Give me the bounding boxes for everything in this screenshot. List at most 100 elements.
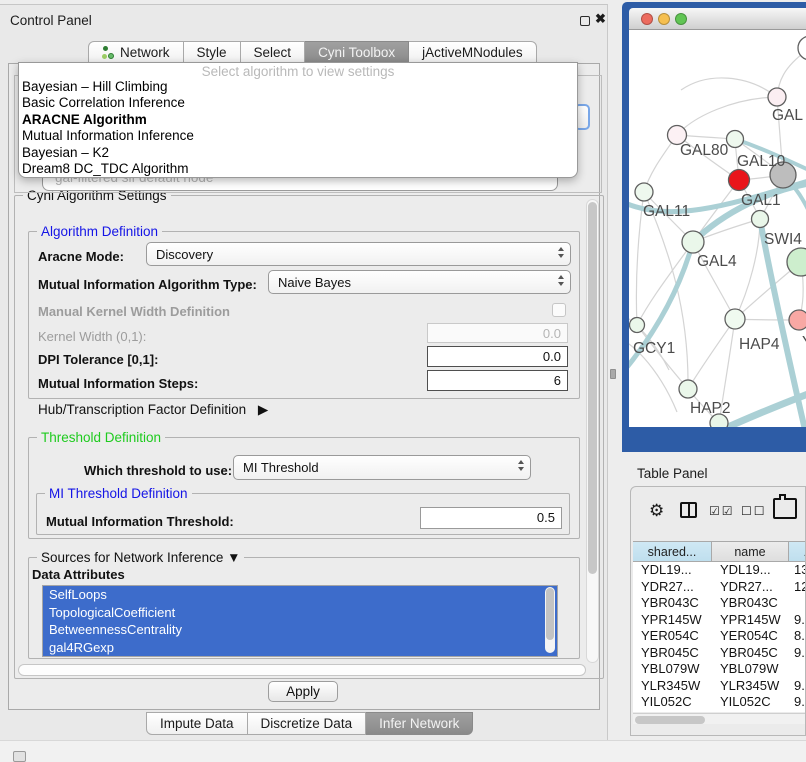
collapse-down-icon: ▼ (227, 550, 240, 565)
new-table-icon[interactable] (773, 498, 797, 519)
node-hap4[interactable] (725, 309, 745, 329)
algorithm-option-mutual-information-inference[interactable]: Mutual Information Inference (19, 128, 577, 144)
node-label-gal10: GAL10 (737, 153, 786, 170)
tab-label: jActiveMNodules (422, 45, 523, 60)
node-gal4[interactable] (682, 231, 704, 253)
deselect-all-checkboxes-icon[interactable]: ☐☐ (741, 504, 767, 518)
data-attributes-list: SelfLoopsTopologicalCoefficientBetweenne… (42, 585, 558, 657)
tab-label: Cyni Toolbox (318, 45, 395, 60)
node-hap2[interactable] (679, 380, 697, 398)
cell-name: YDL19... (712, 562, 789, 579)
kernel-width-field[interactable]: 0.0 (427, 323, 568, 343)
table-row[interactable]: YLR345WYLR345W9. (633, 678, 806, 695)
table-row[interactable]: YIL052CYIL052C9. (633, 694, 806, 711)
table-row[interactable]: YBR045CYBR045C9. (633, 645, 806, 662)
tab-network[interactable]: Network (88, 41, 184, 64)
close-icon[interactable]: ✖ (595, 11, 606, 27)
panel-corner-icon[interactable] (13, 751, 26, 762)
table-row[interactable]: YPR145WYPR145W9. (633, 612, 806, 629)
algorithm-option-dream8-dc-tdc-algorithm[interactable]: Dream8 DC_TDC Algorithm (19, 161, 577, 177)
network-window-titlebar[interactable] (629, 8, 806, 30)
algorithm-option-bayesian-k2[interactable]: Bayesian – K2 (19, 145, 577, 161)
table-row[interactable]: YBR043CYBR043C (633, 595, 806, 612)
which-threshold-combo[interactable]: MI Threshold (233, 455, 531, 480)
cell-name: YLR345W (712, 678, 789, 695)
settings-horizontal-scrollbar[interactable] (18, 664, 586, 676)
node-label-gal11: GAL11 (643, 203, 690, 220)
node-label-hap4: HAP4 (739, 336, 780, 353)
algorithm-option-bayesian-hill-climbing[interactable]: Bayesian – Hill Climbing (19, 79, 577, 95)
table-horizontal-scrollbar[interactable] (633, 713, 805, 724)
manual-kernel-checkbox[interactable] (552, 303, 566, 317)
node-gal10[interactable] (727, 131, 744, 148)
control-panel-tabs: NetworkStyleSelect Cyni Toolbox jActiveMNo… (88, 41, 537, 64)
cell-name: YBL079W (712, 661, 789, 678)
node-swi4[interactable] (752, 211, 769, 228)
attribute-item-selfloops[interactable]: SelfLoops (43, 586, 557, 604)
tab-impute-data[interactable]: Impute Data (146, 712, 248, 735)
mi-steps-label: Mutual Information Steps: (38, 376, 198, 391)
gear-icon[interactable]: ⚙ (649, 501, 664, 521)
zoom-traffic-light-icon[interactable] (675, 13, 687, 25)
minimize-traffic-light-icon[interactable] (658, 13, 670, 25)
network-edge[interactable] (644, 192, 688, 389)
float-window-icon[interactable] (580, 16, 590, 26)
hub-definition-expander[interactable]: Hub/Transcription Factor Definition ▶ (38, 402, 268, 418)
algorithm-option-basic-correlation-inference[interactable]: Basic Correlation Inference (19, 95, 577, 111)
column-layout-icon[interactable] (680, 502, 697, 518)
cell-value (789, 595, 806, 612)
node-gal7[interactable] (768, 88, 786, 106)
table-row[interactable]: YER054CYER054C8. (633, 628, 806, 645)
network-edge[interactable] (677, 97, 777, 135)
network-edge[interactable] (681, 78, 777, 97)
cell-name: YDR27... (712, 579, 789, 596)
algorithm-option-aracne-algorithm[interactable]: ARACNE Algorithm (19, 112, 577, 128)
column-header-shared-[interactable]: shared... (633, 542, 712, 561)
mi-type-combo[interactable]: Naive Bayes (268, 270, 571, 294)
combo-arrows-icon (558, 247, 564, 258)
node-salmon[interactable] (789, 310, 806, 330)
node-red[interactable] (729, 170, 750, 191)
tab-label: Impute Data (160, 716, 234, 731)
aracne-mode-combo[interactable]: Discovery (146, 242, 571, 266)
table-row[interactable]: YDR27...YDR27...12 (633, 579, 806, 596)
panel-divider-grip[interactable] (610, 369, 616, 379)
table-row[interactable]: YBL079WYBL079W (633, 661, 806, 678)
attributes-scrollbar[interactable] (545, 587, 555, 653)
which-threshold-value: MI Threshold (243, 460, 319, 475)
algorithm-list: Bayesian – Hill ClimbingBasic Correlatio… (19, 79, 577, 177)
node-gcy1[interactable] (630, 318, 645, 333)
column-header-a[interactable]: A (789, 542, 806, 561)
dpi-tolerance-field[interactable]: 0.0 (427, 346, 568, 367)
tab-label: Infer Network (379, 716, 459, 731)
sources-title[interactable]: Sources for Network Inference ▼ (37, 550, 244, 565)
network-canvas[interactable]: GALGAL80GAL10GAL1GAL11SWI4GAL4GCY1HAP4YH… (629, 30, 806, 427)
attribute-item-gal4rgexp[interactable]: gal4RGexp (43, 639, 557, 657)
cell-name: YPR145W (712, 612, 789, 629)
tab-select[interactable]: Select (241, 41, 306, 64)
node-gal11[interactable] (635, 183, 653, 201)
mi-threshold-field[interactable]: 0.5 (420, 507, 562, 529)
network-edge[interactable] (688, 319, 735, 389)
attribute-item-topologicalcoefficient[interactable]: TopologicalCoefficient (43, 604, 557, 622)
table-row[interactable]: YDL19...YDL19...13 (633, 562, 806, 579)
tab-cyni-toolbox[interactable]: Cyni Toolbox (305, 41, 409, 64)
close-traffic-light-icon[interactable] (641, 13, 653, 25)
mi-steps-field[interactable]: 6 (427, 370, 568, 391)
tab-style[interactable]: Style (184, 41, 241, 64)
network-edge[interactable] (735, 219, 760, 319)
mi-type-label: Mutual Information Algorithm Type: (38, 277, 257, 292)
node-label-gal: GAL (772, 107, 803, 124)
settings-vertical-scrollbar[interactable] (586, 199, 599, 663)
aracne-mode-label: Aracne Mode: (38, 249, 124, 264)
column-header-name[interactable]: name (712, 542, 789, 561)
tab-jactivemnodules[interactable]: jActiveMNodules (409, 41, 537, 64)
node-label-gcy1: GCY1 (633, 340, 675, 357)
cell-shared-name: YBR045C (633, 645, 712, 662)
apply-button[interactable]: Apply (268, 681, 338, 702)
tab-discretize-data[interactable]: Discretize Data (248, 712, 367, 735)
select-all-checkboxes-icon[interactable]: ☑☑ (709, 504, 735, 518)
attribute-item-betweennesscentrality[interactable]: BetweennessCentrality (43, 621, 557, 639)
tab-infer-network[interactable]: Infer Network (366, 712, 473, 735)
node-label-gal80: GAL80 (680, 142, 729, 159)
